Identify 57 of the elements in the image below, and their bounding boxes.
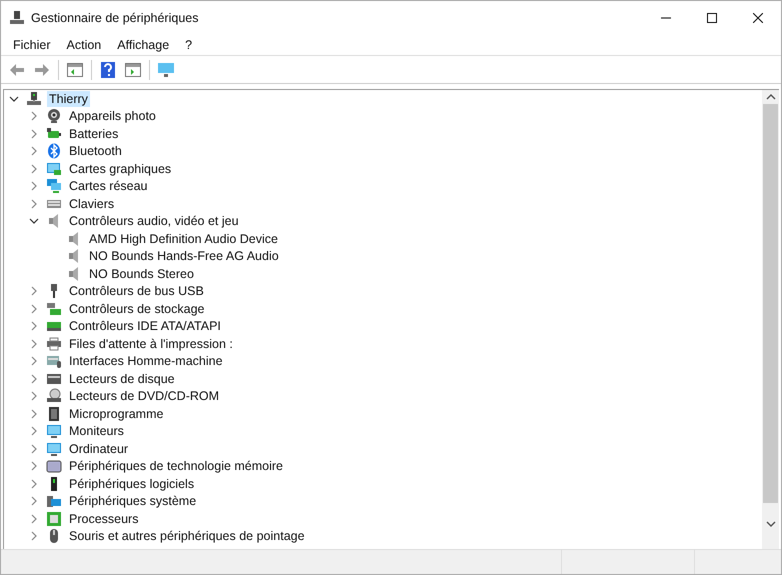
menu-item[interactable]: Affichage xyxy=(109,36,178,54)
tree-item[interactable]: Interfaces Homme-machine xyxy=(67,353,225,370)
maximize-icon xyxy=(707,13,717,23)
tree-item[interactable]: Lecteurs de disque xyxy=(67,370,177,387)
disc-drive-icon xyxy=(46,388,62,404)
bluetooth-icon xyxy=(46,143,62,160)
tree-item[interactable]: Cartes réseau xyxy=(67,178,150,194)
tree-item[interactable]: Cartes graphiques xyxy=(67,160,174,177)
forward-arrow-icon xyxy=(34,62,50,76)
back-arrow-icon xyxy=(9,62,25,76)
window-icon xyxy=(67,62,83,76)
network-icon xyxy=(46,178,62,194)
monitor-icon xyxy=(46,423,62,440)
scrollbar[interactable] xyxy=(762,90,779,549)
keyboard-mouse-icon xyxy=(46,353,62,370)
printer-icon xyxy=(46,336,62,352)
memory-card-icon xyxy=(46,458,62,474)
window-icon xyxy=(125,62,141,76)
close-icon xyxy=(753,13,763,23)
tree-item[interactable]: Contrôleurs audio, vidéo et jeu xyxy=(67,213,241,230)
tree-item[interactable]: Périphériques logiciels xyxy=(67,476,196,492)
tree-item[interactable]: NO Bounds Stereo xyxy=(87,266,196,282)
processor-icon xyxy=(46,510,62,527)
tree-item[interactable]: Bluetooth xyxy=(67,143,124,160)
tree-item[interactable]: AMD High Definition Audio Device xyxy=(87,230,280,247)
monitor-icon xyxy=(46,440,62,457)
window-title: Gestionnaire de périphériques xyxy=(31,11,200,25)
system-icon xyxy=(46,493,62,510)
camera-icon xyxy=(46,108,62,124)
tree-item[interactable]: Lecteurs de DVD/CD-ROM xyxy=(67,388,222,404)
menu-item[interactable]: ? xyxy=(177,36,200,54)
tree-item[interactable]: Souris et autres périphériques de pointage xyxy=(67,528,307,544)
scrollbar-thumb[interactable] xyxy=(763,104,778,503)
tree-item[interactable]: Claviers xyxy=(67,196,116,212)
tree-item[interactable]: Contrôleurs de stockage xyxy=(67,300,206,317)
tree-item[interactable]: Périphériques de technologie mémoire xyxy=(67,458,286,474)
monitor-icon xyxy=(157,62,175,78)
tree-item[interactable]: Batteries xyxy=(67,126,120,142)
help-icon xyxy=(101,62,115,78)
tree-item[interactable]: Appareils photo xyxy=(67,108,158,124)
computer-icon xyxy=(9,10,25,26)
tree-item[interactable]: Périphériques système xyxy=(67,493,198,510)
tree-item[interactable]: NO Bounds Hands-Free AG Audio xyxy=(87,248,281,264)
menu-item[interactable]: Fichier xyxy=(5,36,59,54)
graphics-card-icon xyxy=(46,160,62,177)
menu-item[interactable]: Action xyxy=(58,36,110,54)
tree-item[interactable]: Processeurs xyxy=(67,510,140,527)
storage-icon xyxy=(46,300,62,317)
tree-item[interactable]: Contrôleurs de bus USB xyxy=(67,283,206,300)
tree-item[interactable]: Moniteurs xyxy=(67,423,126,440)
tree-item[interactable]: Ordinateur xyxy=(67,440,130,457)
tree-item[interactable]: Microprogramme xyxy=(67,406,166,422)
tree-item[interactable]: Files d'attente à l'impression : xyxy=(67,336,235,352)
computer-icon xyxy=(26,90,42,107)
tree-item[interactable]: Thierry xyxy=(47,90,90,107)
tree-item[interactable]: Contrôleurs IDE ATA/ATAPI xyxy=(67,318,223,334)
chip-icon xyxy=(46,406,62,422)
